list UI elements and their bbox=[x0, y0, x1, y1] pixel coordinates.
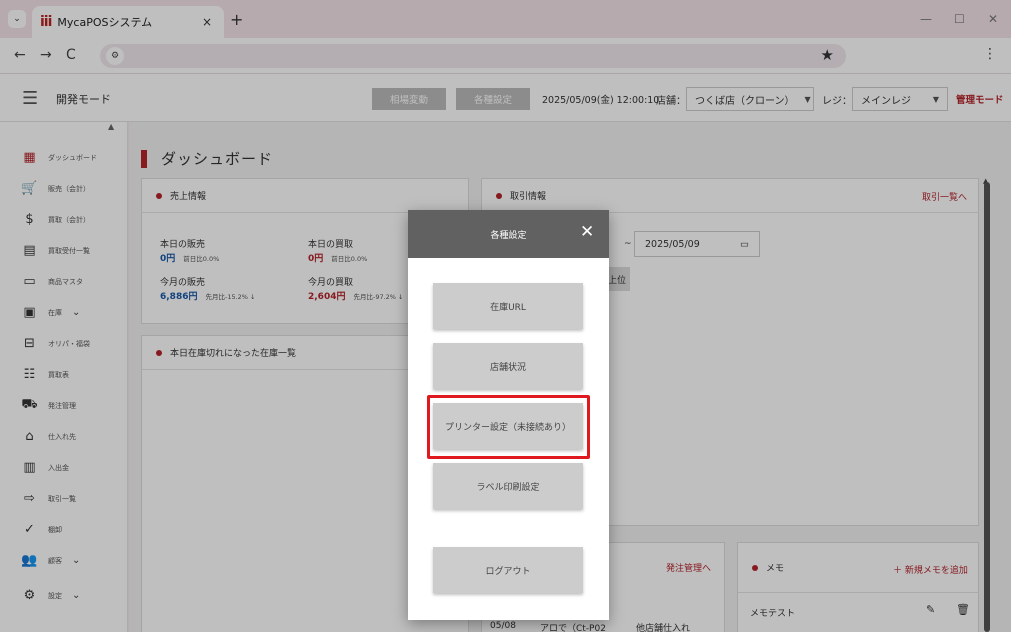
modal-header: 各種設定 ✕ bbox=[408, 210, 609, 258]
logout-button[interactable]: ログアウト bbox=[433, 547, 583, 593]
printer-highlight-box bbox=[427, 395, 590, 459]
close-icon[interactable]: ✕ bbox=[580, 222, 594, 242]
stock-url-button[interactable]: 在庫URL bbox=[433, 283, 583, 329]
modal-title: 各種設定 bbox=[490, 231, 527, 241]
label-print-settings-button[interactable]: ラベル印刷設定 bbox=[433, 463, 583, 509]
store-status-button[interactable]: 店舗状況 bbox=[433, 343, 583, 389]
